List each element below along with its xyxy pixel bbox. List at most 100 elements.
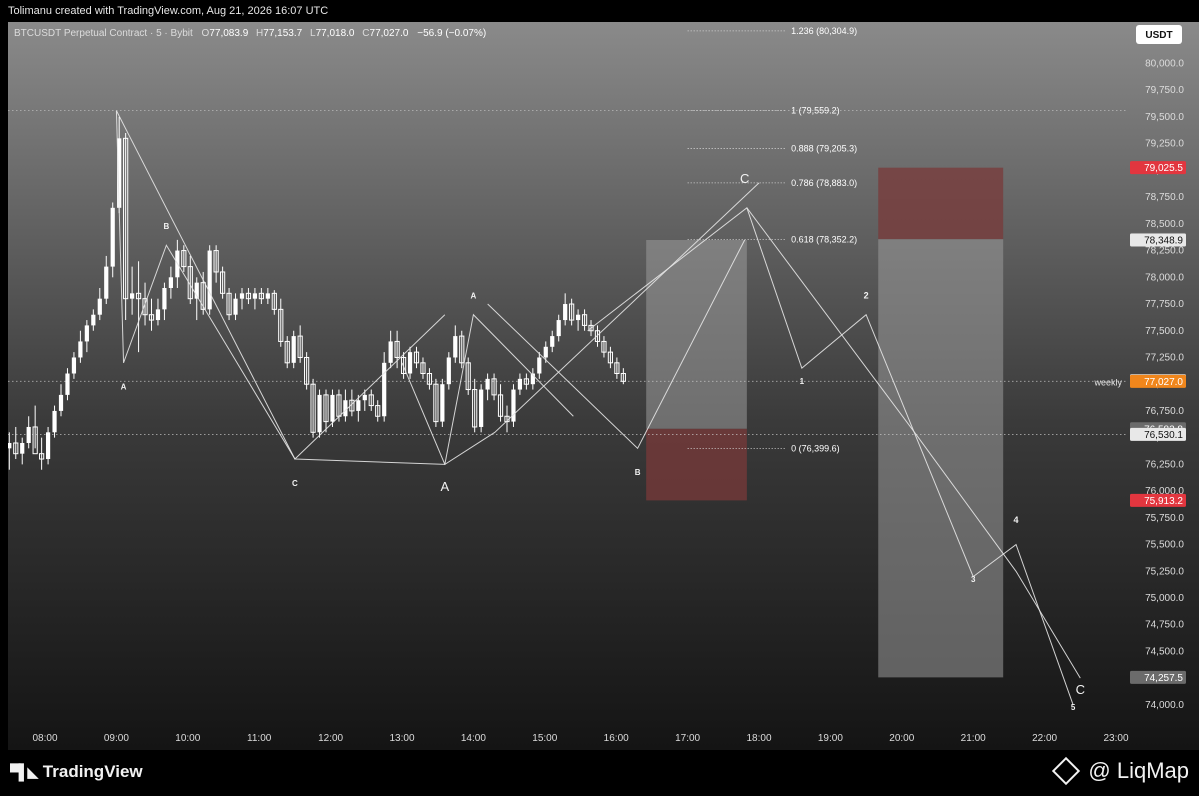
y-tick-label-20: 75,000.0: [1145, 593, 1184, 604]
zone-2-red: [878, 167, 1004, 240]
wave-label-0: A: [121, 383, 127, 392]
tradingview-logo[interactable]: ▀▌◣ TradingView: [10, 762, 143, 782]
price-tag-4: 77,027.0: [1130, 374, 1186, 388]
fib-label-1: 1 (79,559.2): [791, 106, 840, 116]
candle-body: [52, 410, 57, 433]
wave-label-11: 4: [1014, 515, 1019, 525]
zone-2-gray: [878, 239, 1004, 678]
candle-body: [453, 336, 458, 358]
candle-body: [543, 346, 548, 358]
candle-body: [58, 394, 64, 411]
change-value: −56.9 (−0.07%): [417, 28, 486, 39]
wave-label-8: 1: [800, 377, 805, 386]
wave-label-3: A: [441, 479, 450, 494]
candle-body: [71, 357, 77, 374]
y-tick-label-1: 79,750.0: [1145, 85, 1184, 96]
x-tick-label-1: 09:00: [104, 733, 129, 744]
candle-body: [91, 314, 96, 326]
candle-body: [233, 298, 238, 315]
currency-button[interactable]: USDT: [1136, 25, 1182, 44]
wave-label-12: 5: [1071, 703, 1076, 712]
candle-body: [110, 207, 115, 267]
high-label: H: [256, 28, 263, 39]
candle-body: [155, 309, 161, 321]
close-label: C: [362, 28, 369, 39]
y-tick-label-17: 75,750.0: [1145, 513, 1184, 524]
high-value: 77,153.7: [263, 28, 302, 39]
y-tick-label-5: 78,750.0: [1145, 192, 1184, 203]
chart-canvas[interactable]: weekly 1.236 (80,304.9) 1 (79,559.2) 0.888 …: [8, 22, 1199, 750]
candle-body: [252, 293, 258, 299]
candle-body: [343, 400, 348, 417]
candle-body: [20, 442, 25, 454]
y-tick-label-11: 77,250.0: [1145, 352, 1184, 363]
x-tick-label-10: 18:00: [746, 733, 771, 744]
y-tick-label-0: 80,000.0: [1145, 59, 1184, 70]
price-tag-text: 77,027.0: [1144, 377, 1183, 388]
candle-body: [382, 362, 387, 417]
liqmap-wordmark: @ LiqMap: [1088, 758, 1189, 783]
candle-68: [446, 352, 451, 390]
footer-bar: ▀▌◣ TradingView @ LiqMap: [0, 750, 1199, 796]
candle-body: [265, 293, 270, 299]
y-tick-label-2: 79,500.0: [1145, 112, 1184, 123]
candle-body: [168, 277, 173, 288]
tradingview-wordmark: TradingView: [42, 762, 143, 781]
candle-body: [130, 293, 135, 299]
fib-label-5: 0 (76,399.6): [791, 443, 840, 453]
fib-label-0: 1.236 (80,304.9): [791, 26, 857, 36]
x-tick-label-3: 11:00: [247, 733, 272, 744]
x-tick-label-12: 20:00: [889, 733, 914, 744]
y-tick-label-24: 74,000.0: [1145, 700, 1184, 711]
price-tag-text: 79,025.5: [1144, 163, 1183, 174]
candle-body: [356, 400, 361, 411]
y-tick-label-21: 74,750.0: [1145, 620, 1184, 631]
header-bar: Tolimanu created with TradingView.com, A…: [0, 0, 1199, 22]
price-tag-text: 74,257.5: [1144, 673, 1183, 684]
candle-48: [317, 389, 322, 438]
candle-78: [511, 384, 516, 427]
price-tag-6: 76,530.1: [1130, 427, 1186, 441]
candle-16: [110, 202, 115, 278]
zone-1-red: [646, 428, 747, 501]
candle-body: [97, 298, 102, 315]
candle-body: [550, 336, 555, 347]
y-tick-label-22: 74,500.0: [1145, 646, 1184, 657]
price-tag-8: 74,257.5: [1130, 670, 1186, 684]
candle-31: [207, 245, 212, 315]
chart-frame: Tolimanu created with TradingView.com, A…: [0, 0, 1199, 796]
candle-body: [78, 341, 83, 358]
fib-label-2: 0.888 (79,205.3): [791, 143, 857, 153]
y-tick-label-6: 78,500.0: [1145, 219, 1184, 230]
price-tag-0: 79,025.5: [1130, 161, 1186, 175]
candle-body: [388, 341, 393, 363]
price-tag-text: 78,348.9: [1144, 236, 1183, 247]
y-tick-label-18: 75,500.0: [1145, 540, 1184, 551]
x-tick-label-11: 19:00: [818, 733, 843, 744]
candle-body: [556, 320, 561, 337]
candle-body: [575, 314, 581, 321]
wave-label-2: C: [292, 479, 298, 488]
price-tag-2: 78,348.9: [1130, 233, 1186, 247]
x-tick-label-8: 16:00: [604, 733, 629, 744]
tradingview-mark-icon: ▀▌◣: [10, 764, 39, 781]
x-tick-label-6: 14:00: [461, 733, 486, 744]
liqmap-diamond-icon: [1052, 756, 1081, 786]
candle-body: [446, 357, 451, 385]
y-tick-label-8: 78,000.0: [1145, 272, 1184, 283]
x-tick-label-7: 15:00: [532, 733, 557, 744]
candle-body: [26, 426, 31, 443]
candle-73: [479, 384, 484, 433]
fib-label-4: 0.618 (78,352.2): [791, 235, 857, 245]
wave-label-6: C: [740, 171, 749, 186]
candle-body: [291, 336, 296, 363]
wave-label-1: B: [163, 222, 169, 231]
price-tag-text: 76,530.1: [1144, 430, 1183, 441]
symbol-name: BTCUSDT Perpetual Contract · 5 · Bybit: [14, 28, 193, 39]
x-tick-label-2: 10:00: [175, 733, 200, 744]
low-value: 77,018.0: [316, 28, 355, 39]
x-tick-label-9: 17:00: [675, 733, 700, 744]
y-tick-label-13: 76,750.0: [1145, 406, 1184, 417]
x-tick-label-15: 23:00: [1103, 733, 1128, 744]
y-tick-label-10: 77,500.0: [1145, 326, 1184, 337]
